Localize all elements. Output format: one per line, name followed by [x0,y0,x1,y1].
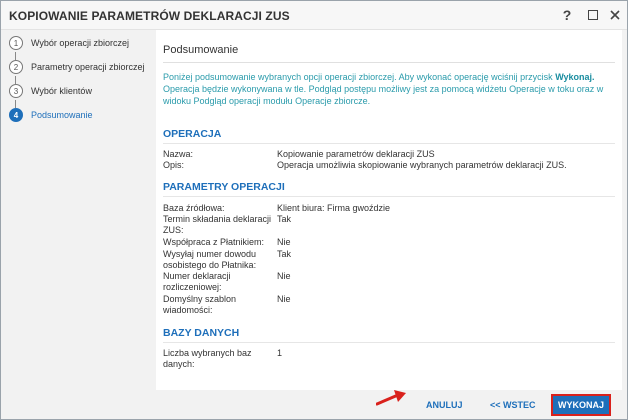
step-number: 2 [9,60,23,74]
close-button[interactable] [605,5,625,25]
row-label: Nazwa: [163,149,194,159]
row-value: Klient biura: Firma gwoździe [277,203,391,213]
maximize-icon [588,10,598,20]
row-label: Baza źródłowa: [163,203,225,213]
window-title: KOPIOWANIE PARAMETRÓW DEKLARACJI ZUS [9,9,290,23]
maximize-button[interactable] [583,5,603,25]
divider [163,62,615,63]
step-wybor-operacji[interactable]: 1 Wybór operacji zbiorczej [9,34,129,52]
row-value: Tak [277,249,292,259]
step-number: 1 [9,36,23,50]
row-value: Kopiowanie parametrów deklaracji ZUS [277,149,435,159]
row-label: Wysyłaj numer dowodu osobistego do Płatn… [163,249,257,270]
summary-panel: Podsumowanie Poniżej podsumowanie wybran… [156,30,622,390]
section-heading-parametry: PARAMETRY OPERACJI [163,181,285,193]
page-title: Podsumowanie [163,44,239,56]
step-number: 4 [9,108,23,122]
row-label: Domyślny szablon wiadomości: [163,294,237,315]
wizard-steps: 1 Wybór operacji zbiorczej 2 Parametry o… [1,30,156,419]
section-divider [163,196,615,197]
section-heading-operacja: OPERACJA [163,128,222,140]
info-text-start: Poniżej podsumowanie wybranych opcji ope… [163,72,556,82]
row-value: 1 [277,348,283,358]
cancel-button[interactable]: ANULUJ [426,400,463,410]
step-label: Wybór operacji zbiorczej [31,38,129,48]
info-text-end: Operacja będzie wykonywana w tle. Podglą… [163,84,604,106]
step-wybor-klientow[interactable]: 3 Wybór klientów [9,82,92,100]
info-text: Poniżej podsumowanie wybranych opcji ope… [163,71,615,107]
row-value: Nie [277,294,291,304]
row-label: Opis: [163,160,185,170]
row-value: Tak [277,214,292,224]
row-label: Numer deklaracji rozliczeniowej: [163,271,231,292]
close-icon [610,10,620,20]
title-bar: KOPIOWANIE PARAMETRÓW DEKLARACJI ZUS ? [1,1,627,30]
step-label: Parametry operacji zbiorczej [31,62,145,72]
row-value: Operacja umożliwia skopiowanie wybranych… [277,160,567,170]
row-label: Współpraca z Płatnikiem: [163,237,265,247]
step-number: 3 [9,84,23,98]
step-label: Wybór klientów [31,86,92,96]
dialog-window: KOPIOWANIE PARAMETRÓW DEKLARACJI ZUS ? 1… [0,0,628,420]
row-label: Termin składania deklaracji ZUS: [163,214,272,235]
row-value: Nie [277,271,291,281]
step-parametry-operacji[interactable]: 2 Parametry operacji zbiorczej [9,58,145,76]
section-heading-bazy: BAZY DANYCH [163,327,240,339]
red-arrow-annotation [376,390,406,406]
step-podsumowanie[interactable]: 4 Podsumowanie [9,106,93,124]
row-label: Liczba wybranych baz danych: [163,348,252,369]
step-label: Podsumowanie [31,110,93,120]
section-divider [163,143,615,144]
row-value: Nie [277,237,291,247]
section-divider [163,342,615,343]
help-button[interactable]: ? [557,5,577,25]
execute-button[interactable]: WYKONAJ [551,394,611,416]
info-text-bold: Wykonaj. [555,72,595,82]
back-button[interactable]: << WSTEC [490,400,536,410]
